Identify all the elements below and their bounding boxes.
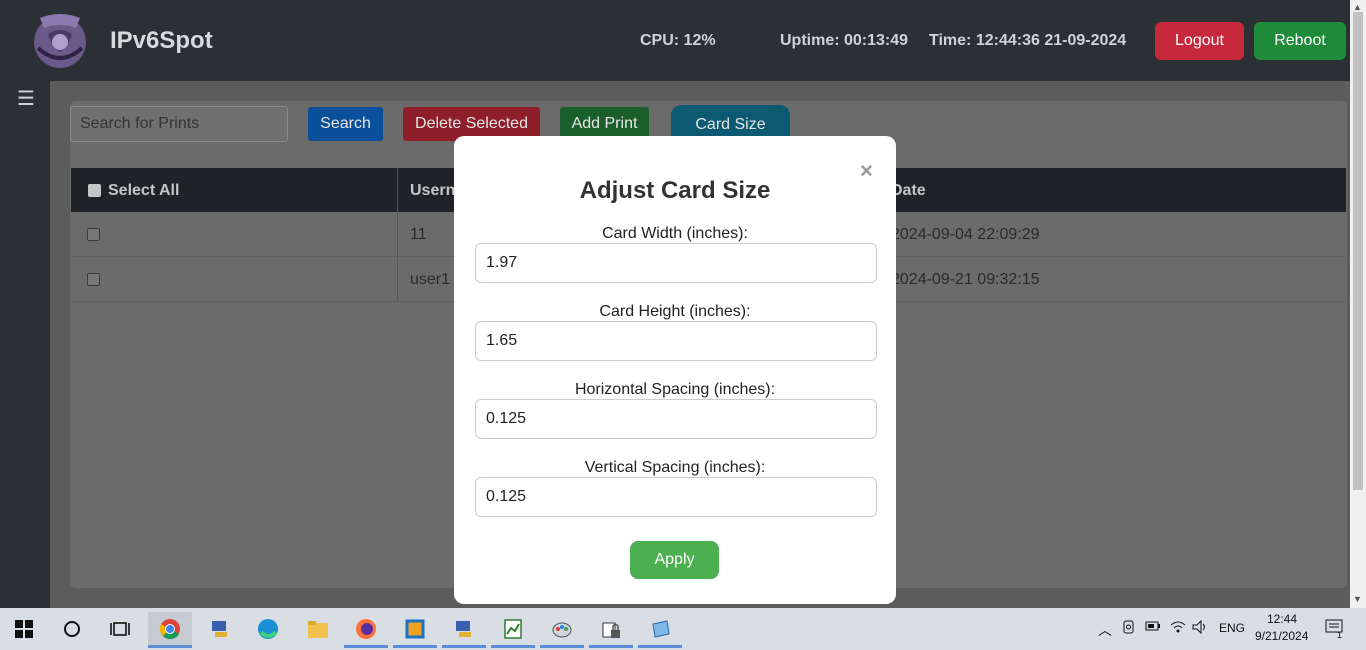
horizontal-spacing-input[interactable]: 0.125 — [475, 399, 877, 439]
search-input[interactable]: Search for Prints — [70, 106, 288, 142]
reboot-button[interactable]: Reboot — [1254, 22, 1346, 60]
scroll-up-icon[interactable]: ▲ — [1353, 2, 1362, 12]
network-app2-icon[interactable] — [442, 612, 486, 646]
card-width-input[interactable]: 1.97 — [475, 243, 877, 283]
select-all-checkbox[interactable] — [88, 184, 101, 197]
meet-now-icon[interactable] — [1122, 620, 1136, 637]
chrome-active-indicator — [148, 645, 192, 648]
search-button[interactable]: Search — [308, 107, 383, 141]
network-app-icon[interactable] — [198, 612, 242, 646]
row-checkbox[interactable] — [87, 228, 100, 241]
sidebar — [0, 81, 50, 608]
notes-app-icon[interactable] — [638, 612, 682, 646]
task-view-icon[interactable] — [98, 612, 142, 646]
clock-time[interactable]: 12:44 — [1267, 612, 1297, 626]
file-explorer-icon[interactable] — [296, 612, 340, 646]
scroll-down-icon[interactable]: ▼ — [1353, 594, 1362, 604]
header-username: Usern — [410, 182, 456, 199]
row-username: user1 — [410, 271, 451, 288]
card-width-label: Card Width (inches): — [602, 225, 748, 242]
cortana-circle-icon[interactable] — [50, 612, 94, 646]
tray-chevron-up-icon[interactable]: ︿ — [1098, 620, 1112, 640]
row-checkbox[interactable] — [87, 273, 100, 286]
battery-icon[interactable] — [1145, 620, 1161, 635]
card-size-modal — [454, 136, 896, 604]
virtualbox-icon[interactable] — [393, 612, 437, 646]
vertical-spacing-input[interactable]: 0.125 — [475, 477, 877, 517]
row-date: 2024-09-21 09:32:15 — [891, 271, 1040, 288]
ipv6spot-logo — [34, 14, 86, 68]
hamburger-menu-icon[interactable]: ☰ — [17, 86, 35, 111]
lock-app-icon[interactable] — [589, 612, 633, 646]
wifi-icon[interactable] — [1170, 620, 1186, 637]
edge-icon[interactable] — [246, 612, 290, 646]
header-date: Date — [891, 182, 926, 199]
language-indicator[interactable]: ENG — [1219, 621, 1245, 635]
brand-title: IPv6Spot — [110, 27, 213, 54]
cpu-stat: CPU: 12% — [640, 32, 716, 49]
volume-icon[interactable] — [1192, 619, 1208, 637]
row-date: 2024-09-04 22:09:29 — [891, 226, 1040, 243]
windows-start-icon[interactable] — [2, 612, 46, 646]
card-height-label: Card Height (inches): — [599, 303, 751, 320]
clock-date[interactable]: 9/21/2024 — [1255, 629, 1308, 643]
card-height-input[interactable]: 1.65 — [475, 321, 877, 361]
horizontal-spacing-label: Horizontal Spacing (inches): — [574, 381, 776, 398]
header-select-all: Select All — [108, 182, 180, 199]
chrome-icon[interactable] — [148, 612, 192, 646]
column-divider — [397, 168, 398, 302]
modal-title: Adjust Card Size — [579, 177, 771, 204]
vertical-spacing-label: Vertical Spacing (inches): — [584, 459, 766, 476]
logout-button[interactable]: Logout — [1155, 22, 1244, 60]
time-stat: Time: 12:44:36 21-09-2024 — [929, 32, 1127, 49]
apply-button[interactable]: Apply — [630, 541, 719, 579]
uptime-stat: Uptime: 00:13:49 — [780, 32, 909, 49]
scrollbar-thumb[interactable] — [1353, 12, 1363, 490]
notification-count-badge: 1 — [1337, 630, 1343, 640]
row-username: 11 — [410, 226, 427, 243]
firefox-icon[interactable] — [344, 612, 388, 646]
notepad-chart-icon[interactable] — [491, 612, 535, 646]
paint-icon[interactable] — [540, 612, 584, 646]
